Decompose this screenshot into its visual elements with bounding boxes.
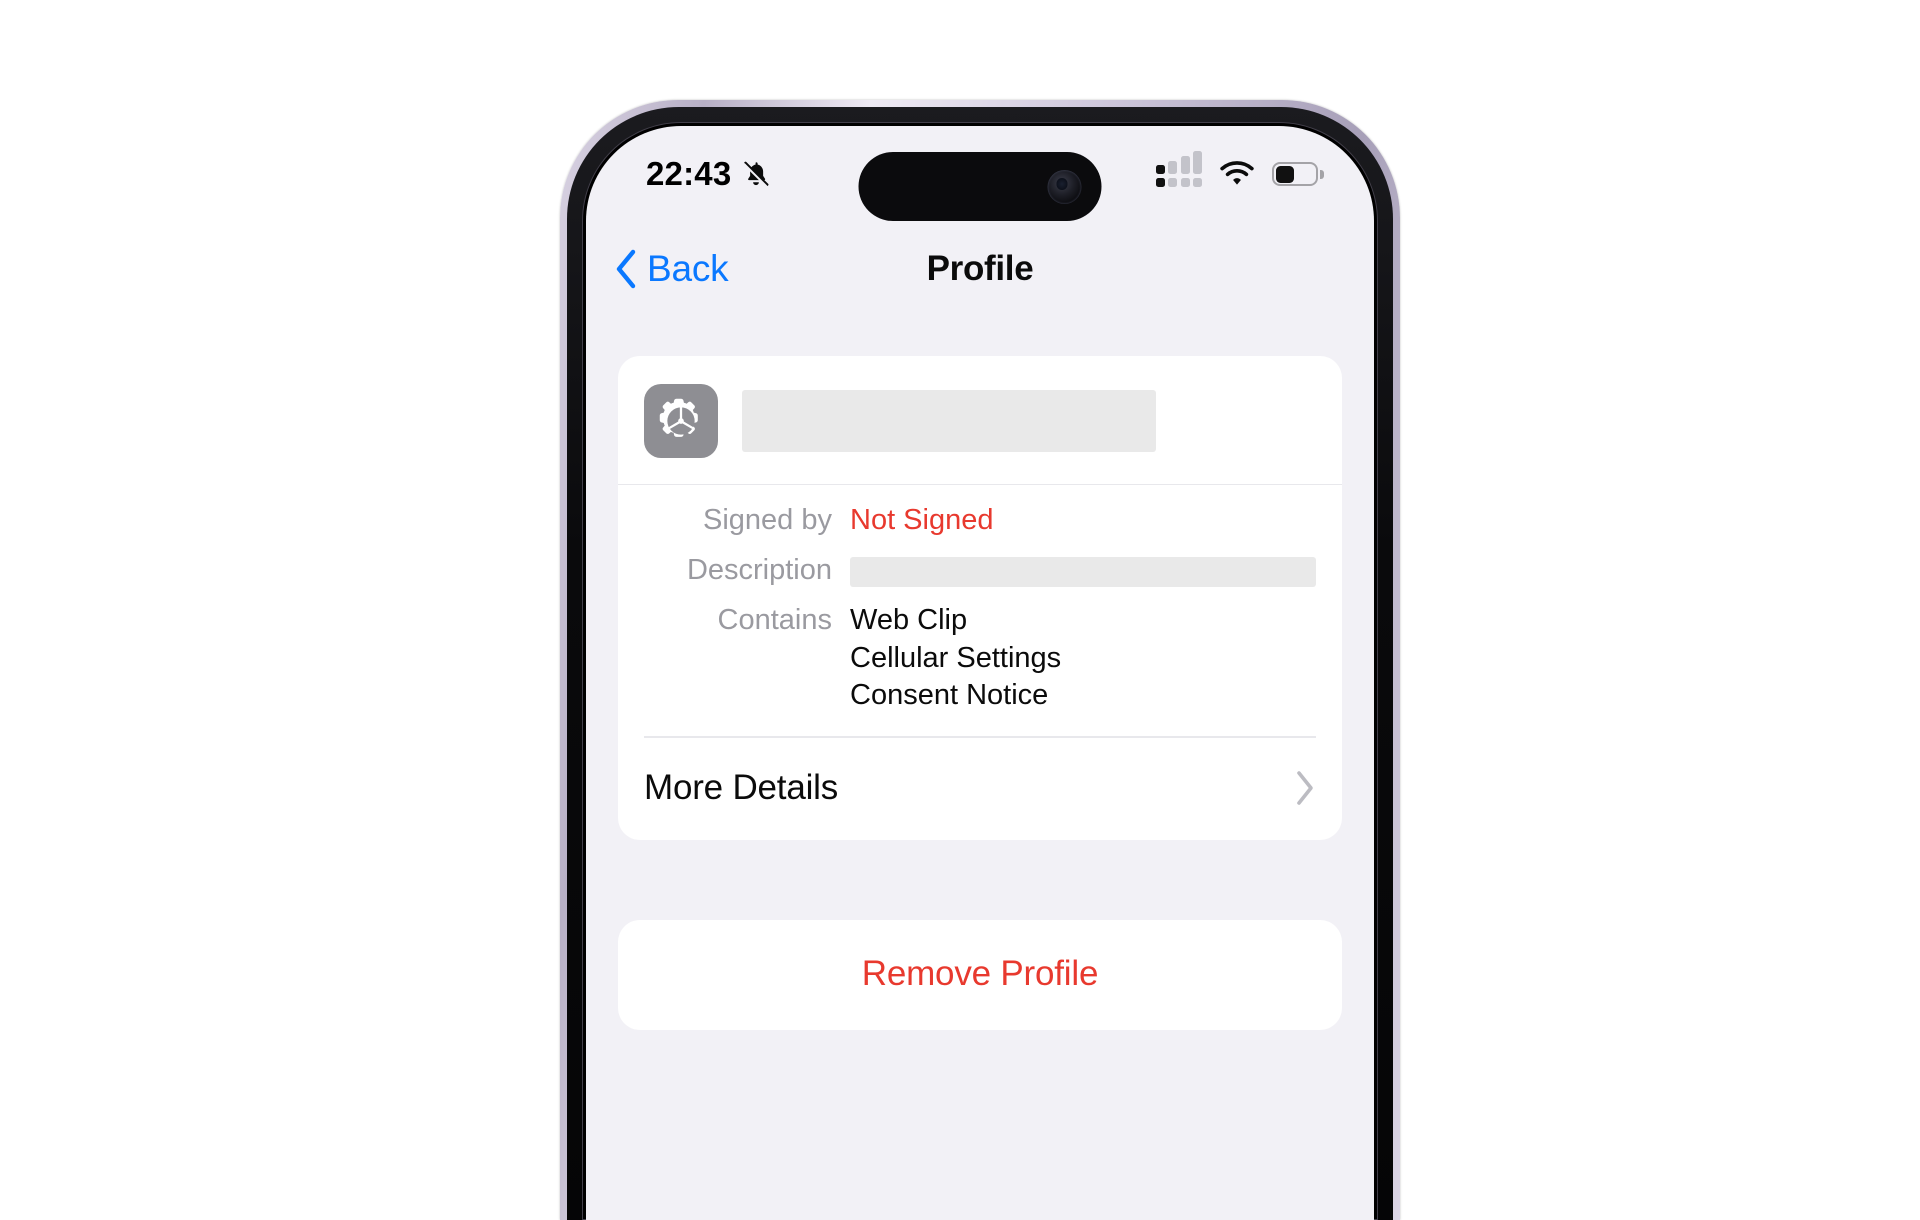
navigation-bar: Back Profile [586,222,1374,316]
profile-detail-rows: Signed by Not Signed Description Contain… [618,485,1342,722]
back-button[interactable]: Back [614,248,729,290]
chevron-right-icon [1297,770,1313,805]
profile-header-row [618,356,1342,485]
battery-icon [1272,162,1324,186]
wifi-icon [1220,160,1254,185]
battery-fill [1275,165,1294,183]
more-details-label: More Details [644,767,839,807]
gear-icon-tile [644,384,718,458]
profile-card: Signed by Not Signed Description Contain… [618,356,1342,840]
bell-slash-icon [743,161,769,187]
dynamic-island [858,152,1102,221]
description-value-redacted [850,557,1316,588]
profile-name-redacted [742,390,1156,452]
gear-icon [659,398,698,437]
more-details-row[interactable]: More Details [618,738,1342,840]
list-item: Cellular Settings [850,641,1062,674]
row-label: Description [686,554,832,587]
row-contains: Contains Web Clip Cellular Settings Cons… [618,603,1316,712]
status-bar-clock: 22:43 [646,155,732,192]
chevron-left-icon [616,249,636,289]
signed-by-value: Not Signed [850,504,994,536]
row-label: Contains [717,604,832,637]
cellular-signal-icon [1155,151,1202,187]
phone-screen: 22:43 Back Profile Signed by Not Signed … [586,126,1374,1220]
back-button-label: Back [647,248,729,289]
row-description: Description [618,553,1316,588]
row-label: Signed by [703,504,832,536]
status-bar-right [1155,151,1324,188]
remove-profile-button[interactable]: Remove Profile [618,919,1342,1030]
row-signed-by: Signed by Not Signed [618,503,1316,537]
content-area: Signed by Not Signed Description Contain… [586,316,1374,1220]
list-item: Consent Notice [850,678,1049,711]
iphone-device-frame: 22:43 Back Profile Signed by Not Signed … [560,100,1400,1220]
list-item: Web Clip [850,604,968,637]
remove-profile-label: Remove Profile [861,953,1099,993]
front-camera-icon [1047,169,1082,204]
contains-list: Web Clip Cellular Settings Consent Notic… [850,603,1061,712]
